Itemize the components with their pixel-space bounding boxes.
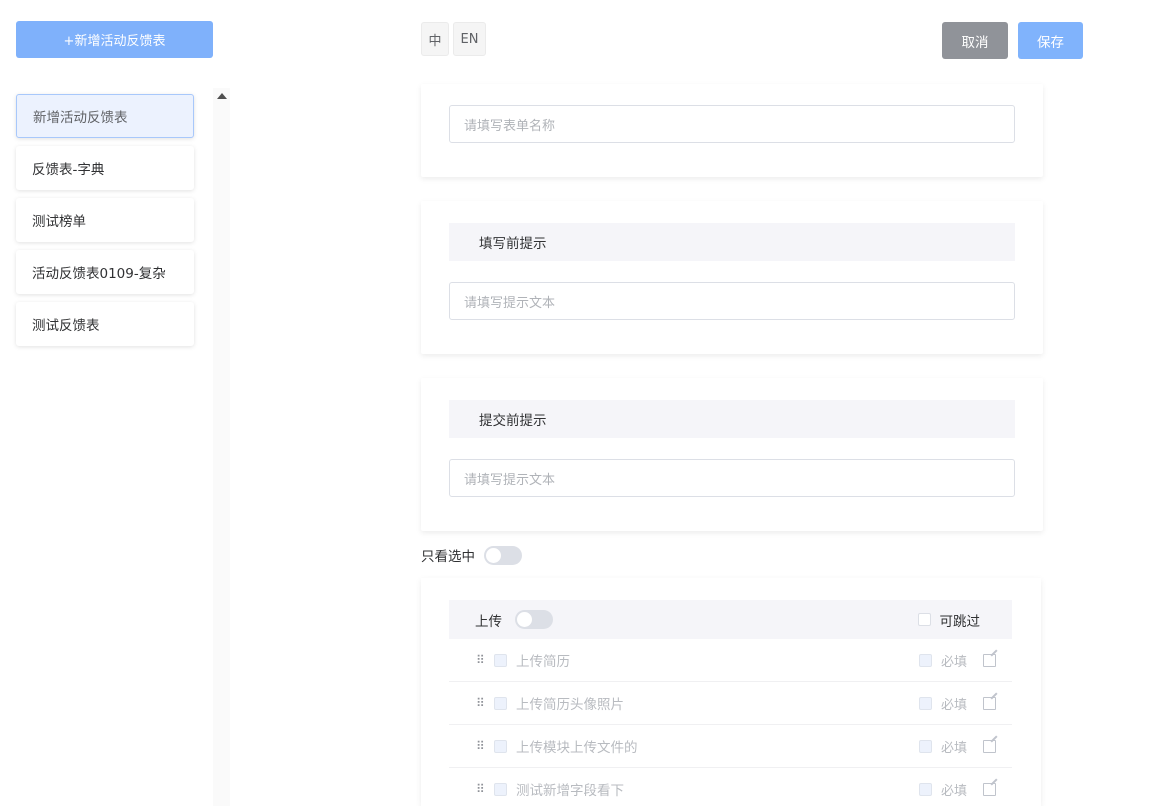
required-checkbox[interactable] [918,739,932,753]
field-label: 上传简历头像照片 [516,697,624,713]
upload-section-header: 上传 可跳过 [449,600,1012,639]
drag-handle-icon[interactable]: ⠿ [476,697,486,709]
form-name-card: 请填写表单名称 [421,84,1043,177]
form-name-input[interactable]: 请填写表单名称 [449,105,1015,143]
form-list-item-label: 测试反馈表 [32,318,100,334]
edit-icon[interactable] [983,782,996,796]
feedback-form-list: 新增活动反馈表 反馈表-字典 测试榜单 活动反馈表0109-复杂 测试反馈表 [16,94,194,354]
upload-section-card: 上传 可跳过 ⠿ 上传简历 必填 ⠿ 上传简历头像照片 必填 ⠿ 上传模块上传文… [421,578,1041,806]
form-list-item[interactable]: 测试榜单 [16,198,194,242]
required-option[interactable]: 必填 [911,737,967,756]
skippable-label: 可跳过 [939,613,981,630]
before-submit-input[interactable]: 请填写提示文本 [449,459,1015,497]
field-row: ⠿ 上传简历头像照片 必填 [449,682,1012,725]
form-list-item[interactable]: 新增活动反馈表 [16,94,194,138]
drag-handle-icon[interactable]: ⠿ [476,740,486,752]
cancel-button[interactable]: 取消 [942,22,1008,59]
field-checkbox[interactable] [494,782,507,796]
edit-icon[interactable] [983,739,996,753]
only-checked-filter: 只看选中 [421,545,522,565]
form-list-item[interactable]: 测试反馈表 [16,302,194,346]
before-fill-input[interactable]: 请填写提示文本 [449,282,1015,320]
field-checkbox[interactable] [494,696,507,710]
required-label: 必填 [940,654,967,670]
form-list-item[interactable]: 活动反馈表0109-复杂 [16,250,194,294]
field-row: ⠿ 测试新增字段看下 必填 [449,768,1012,806]
required-checkbox[interactable] [918,782,932,796]
required-option[interactable]: 必填 [911,651,967,670]
field-label: 上传简历 [516,654,570,670]
only-checked-toggle[interactable] [484,545,522,565]
lang-en-button[interactable]: EN [453,22,486,56]
required-checkbox[interactable] [918,653,932,667]
scroll-up-arrow-icon[interactable] [217,93,227,99]
skippable-option[interactable]: 可跳过 [917,610,981,630]
save-button[interactable]: 保存 [1018,22,1083,59]
edit-icon[interactable] [983,696,996,710]
upload-section-toggle[interactable] [515,610,553,629]
required-option[interactable]: 必填 [911,694,967,713]
before-fill-card: 填写前提示 请填写提示文本 [421,201,1043,354]
edit-icon[interactable] [983,653,996,667]
form-list-item-label: 活动反馈表0109-复杂 [32,266,166,282]
only-checked-label: 只看选中 [421,549,475,565]
required-label: 必填 [940,783,967,799]
required-label: 必填 [940,697,967,713]
drag-handle-icon[interactable]: ⠿ [476,654,486,666]
required-checkbox[interactable] [918,696,932,710]
sidebar-scrollbar[interactable] [213,88,230,806]
field-checkbox[interactable] [494,653,507,667]
field-row: ⠿ 上传模块上传文件的 必填 [449,725,1012,768]
before-submit-card: 提交前提示 请填写提示文本 [421,378,1043,531]
add-feedback-form-button[interactable]: +新增活动反馈表 [16,21,213,58]
before-fill-title: 填写前提示 [449,223,1015,261]
required-option[interactable]: 必填 [911,780,967,799]
lang-zh-button[interactable]: 中 [421,22,449,56]
form-list-item-label: 新增活动反馈表 [33,110,128,126]
drag-handle-icon[interactable]: ⠿ [476,783,486,795]
form-list-item[interactable]: 反馈表-字典 [16,146,194,190]
form-list-item-label: 测试榜单 [32,214,86,230]
field-label: 上传模块上传文件的 [516,740,638,756]
field-row: ⠿ 上传简历 必填 [449,639,1012,682]
field-label: 测试新增字段看下 [516,783,624,799]
upload-section-title: 上传 [475,613,502,630]
skippable-checkbox[interactable] [917,613,931,626]
required-label: 必填 [940,740,967,756]
before-submit-title: 提交前提示 [449,400,1015,438]
form-list-item-label: 反馈表-字典 [32,162,105,178]
field-checkbox[interactable] [494,739,507,753]
